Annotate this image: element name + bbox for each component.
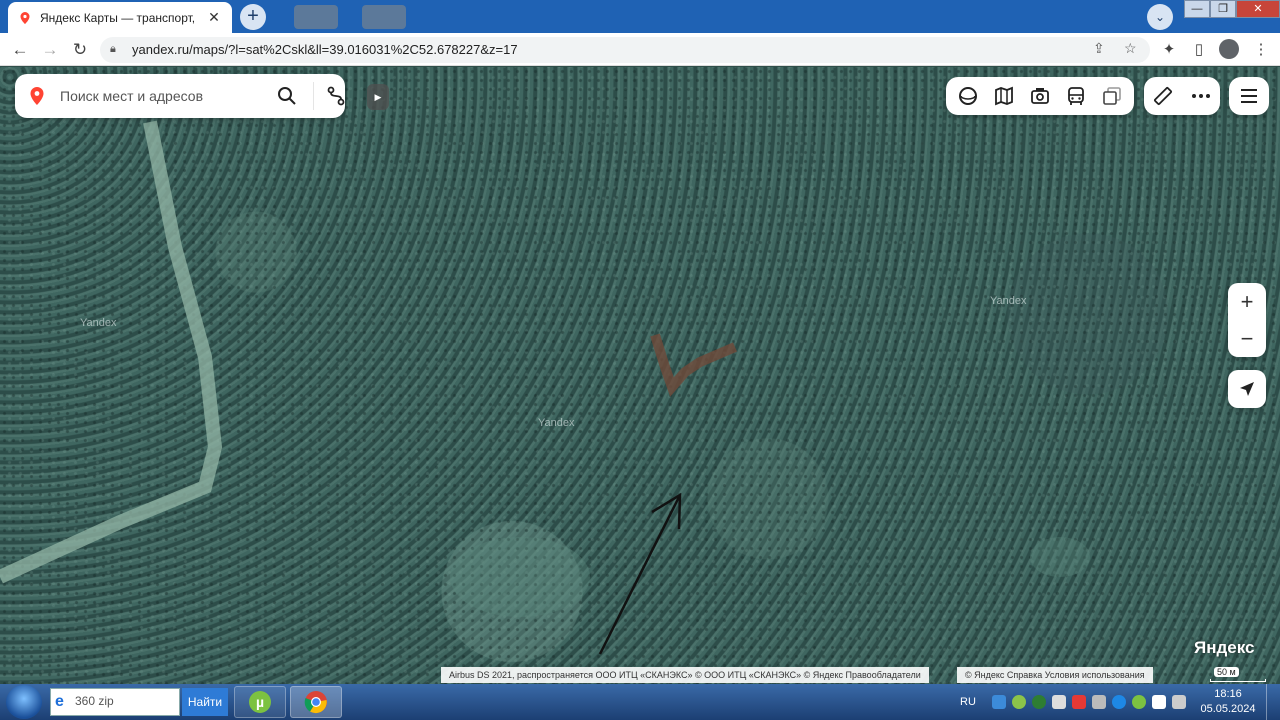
window-controls: — ❐ ✕	[1184, 0, 1280, 18]
scale-label: 50 м	[1214, 667, 1239, 677]
ruler-icon[interactable]	[1152, 85, 1174, 107]
tab-close-icon[interactable]: ✕	[206, 9, 222, 26]
my-location-button[interactable]	[1228, 370, 1266, 408]
clock-time: 18:16	[1214, 688, 1242, 700]
search-icon[interactable]	[277, 86, 297, 106]
lock-icon[interactable]: 🔒︎	[110, 43, 116, 56]
light-patch	[1030, 537, 1090, 577]
clock-date: 05.05.2024	[1200, 703, 1256, 715]
forest-road	[0, 120, 223, 584]
zoom-in-button[interactable]: +	[1228, 283, 1266, 320]
taskbar-search-input[interactable]	[75, 694, 175, 708]
close-window-button[interactable]: ✕	[1236, 0, 1280, 18]
panorama-icon[interactable]	[957, 85, 979, 107]
start-button[interactable]	[6, 685, 42, 719]
tray-app-icon[interactable]	[1011, 695, 1026, 709]
search-divider	[313, 82, 314, 110]
forward-arrow-icon[interactable]: →	[39, 39, 61, 61]
transport-icon[interactable]	[1065, 85, 1087, 107]
zoom-out-button[interactable]: −	[1228, 320, 1266, 357]
browser-toolbar: ← → ↻ 🔒︎ yandex.ru/maps/?l=sat%2Cskl&ll=…	[0, 33, 1280, 66]
browser-menu-icon[interactable]: ⋮	[1250, 39, 1272, 61]
network-signal-icon[interactable]	[1171, 695, 1186, 709]
blurred-tab[interactable]	[362, 5, 406, 29]
map-watermark: Yandex	[990, 295, 1027, 307]
tray-display-icon[interactable]	[991, 695, 1006, 709]
location-pin-icon	[30, 87, 44, 105]
map-layers-panel	[946, 77, 1134, 115]
map-scale: 50 м	[1208, 667, 1268, 683]
maximize-button[interactable]: ❐	[1210, 0, 1236, 18]
utorrent-taskbar-button[interactable]: µ	[234, 686, 286, 718]
volume-icon[interactable]	[1051, 695, 1066, 709]
map-attribution[interactable]: Airbus DS 2021, распространяется ООО ИТЦ…	[441, 667, 929, 683]
hamburger-menu-icon	[1241, 89, 1257, 103]
profile-avatar-icon[interactable]	[1219, 39, 1239, 59]
tray-zip-icon[interactable]	[1111, 695, 1126, 709]
tab-title: Яндекс Карты — транспорт, нав	[40, 10, 198, 25]
chrome-taskbar-button[interactable]	[290, 686, 342, 718]
map-search-input[interactable]	[60, 86, 260, 106]
tab-search-chevron-icon[interactable]: ⌄	[1147, 4, 1173, 30]
navigation-arrow-icon	[1240, 382, 1254, 396]
light-patch	[450, 537, 590, 617]
language-indicator[interactable]: RU	[960, 696, 976, 708]
satellite-map[interactable]: Yandex Yandex Yandex	[0, 67, 1280, 684]
chrome-icon	[304, 691, 327, 714]
utorrent-icon: µ	[249, 691, 271, 713]
map-watermark: Yandex	[80, 317, 117, 329]
zoom-controls: + −	[1228, 283, 1266, 357]
map-tools-panel	[1144, 77, 1220, 115]
tray-utorrent-icon[interactable]	[1131, 695, 1146, 709]
map-menu-button[interactable]	[1229, 77, 1269, 115]
map-features	[0, 120, 1090, 655]
yandex-maps-pin-icon	[20, 11, 30, 24]
minimize-button[interactable]: —	[1184, 0, 1210, 18]
browser-tab-bar: Яндекс Карты — транспорт, нав ✕ + ⌄ — ❐ …	[0, 0, 1280, 33]
windows-taskbar: e Найти µ RU 18:16 05.05.2024	[0, 684, 1280, 720]
hand-drawn-arrow	[598, 494, 682, 655]
layers-stack-icon[interactable]	[1101, 85, 1123, 107]
scale-bar	[1210, 679, 1266, 682]
photo-icon[interactable]	[1029, 85, 1051, 107]
clearing	[650, 333, 737, 397]
map-search-panel	[15, 74, 345, 118]
svg-text:µ: µ	[256, 694, 264, 710]
blurred-tab[interactable]	[294, 5, 338, 29]
system-tray: RU	[960, 684, 1186, 720]
action-center-flag-icon[interactable]	[1151, 695, 1166, 709]
more-icon[interactable]	[1190, 85, 1212, 107]
new-tab-button[interactable]: +	[240, 4, 266, 30]
yandex-logo: Яндекс	[1194, 638, 1255, 657]
tray-usb-icon[interactable]	[1091, 695, 1106, 709]
map-footer-links[interactable]: © Яндекс Справка Условия использования	[957, 667, 1153, 683]
collapse-panel-button[interactable]: ▶	[367, 84, 389, 110]
side-panel-icon[interactable]: ▯	[1188, 39, 1210, 61]
share-icon[interactable]: ⇪	[1093, 40, 1105, 57]
bookmark-star-icon[interactable]: ☆	[1124, 40, 1137, 57]
map-layers-icon[interactable]	[993, 85, 1015, 107]
browser-tab-yandex-maps[interactable]: Яндекс Карты — транспорт, нав ✕	[8, 2, 232, 33]
tray-shield-icon[interactable]	[1031, 695, 1046, 709]
url-text[interactable]: yandex.ru/maps/?l=sat%2Cskl&ll=39.016031…	[132, 42, 518, 57]
taskbar-search-box[interactable]: e	[50, 688, 180, 716]
extensions-puzzle-icon[interactable]: ✦	[1158, 39, 1180, 61]
route-icon[interactable]	[326, 86, 346, 106]
taskbar-search-go-button[interactable]: Найти	[182, 688, 228, 716]
reload-icon[interactable]: ↻	[69, 39, 91, 61]
internet-explorer-icon: e	[55, 693, 64, 710]
back-arrow-icon[interactable]: ←	[9, 39, 31, 61]
show-desktop-button[interactable]	[1266, 684, 1280, 720]
address-bar[interactable]: 🔒︎ yandex.ru/maps/?l=sat%2Cskl&ll=39.016…	[100, 37, 1150, 63]
map-watermark: Yandex	[538, 417, 575, 429]
taskbar-clock[interactable]: 18:16 05.05.2024	[1200, 687, 1256, 717]
tray-security-icon[interactable]	[1071, 695, 1086, 709]
